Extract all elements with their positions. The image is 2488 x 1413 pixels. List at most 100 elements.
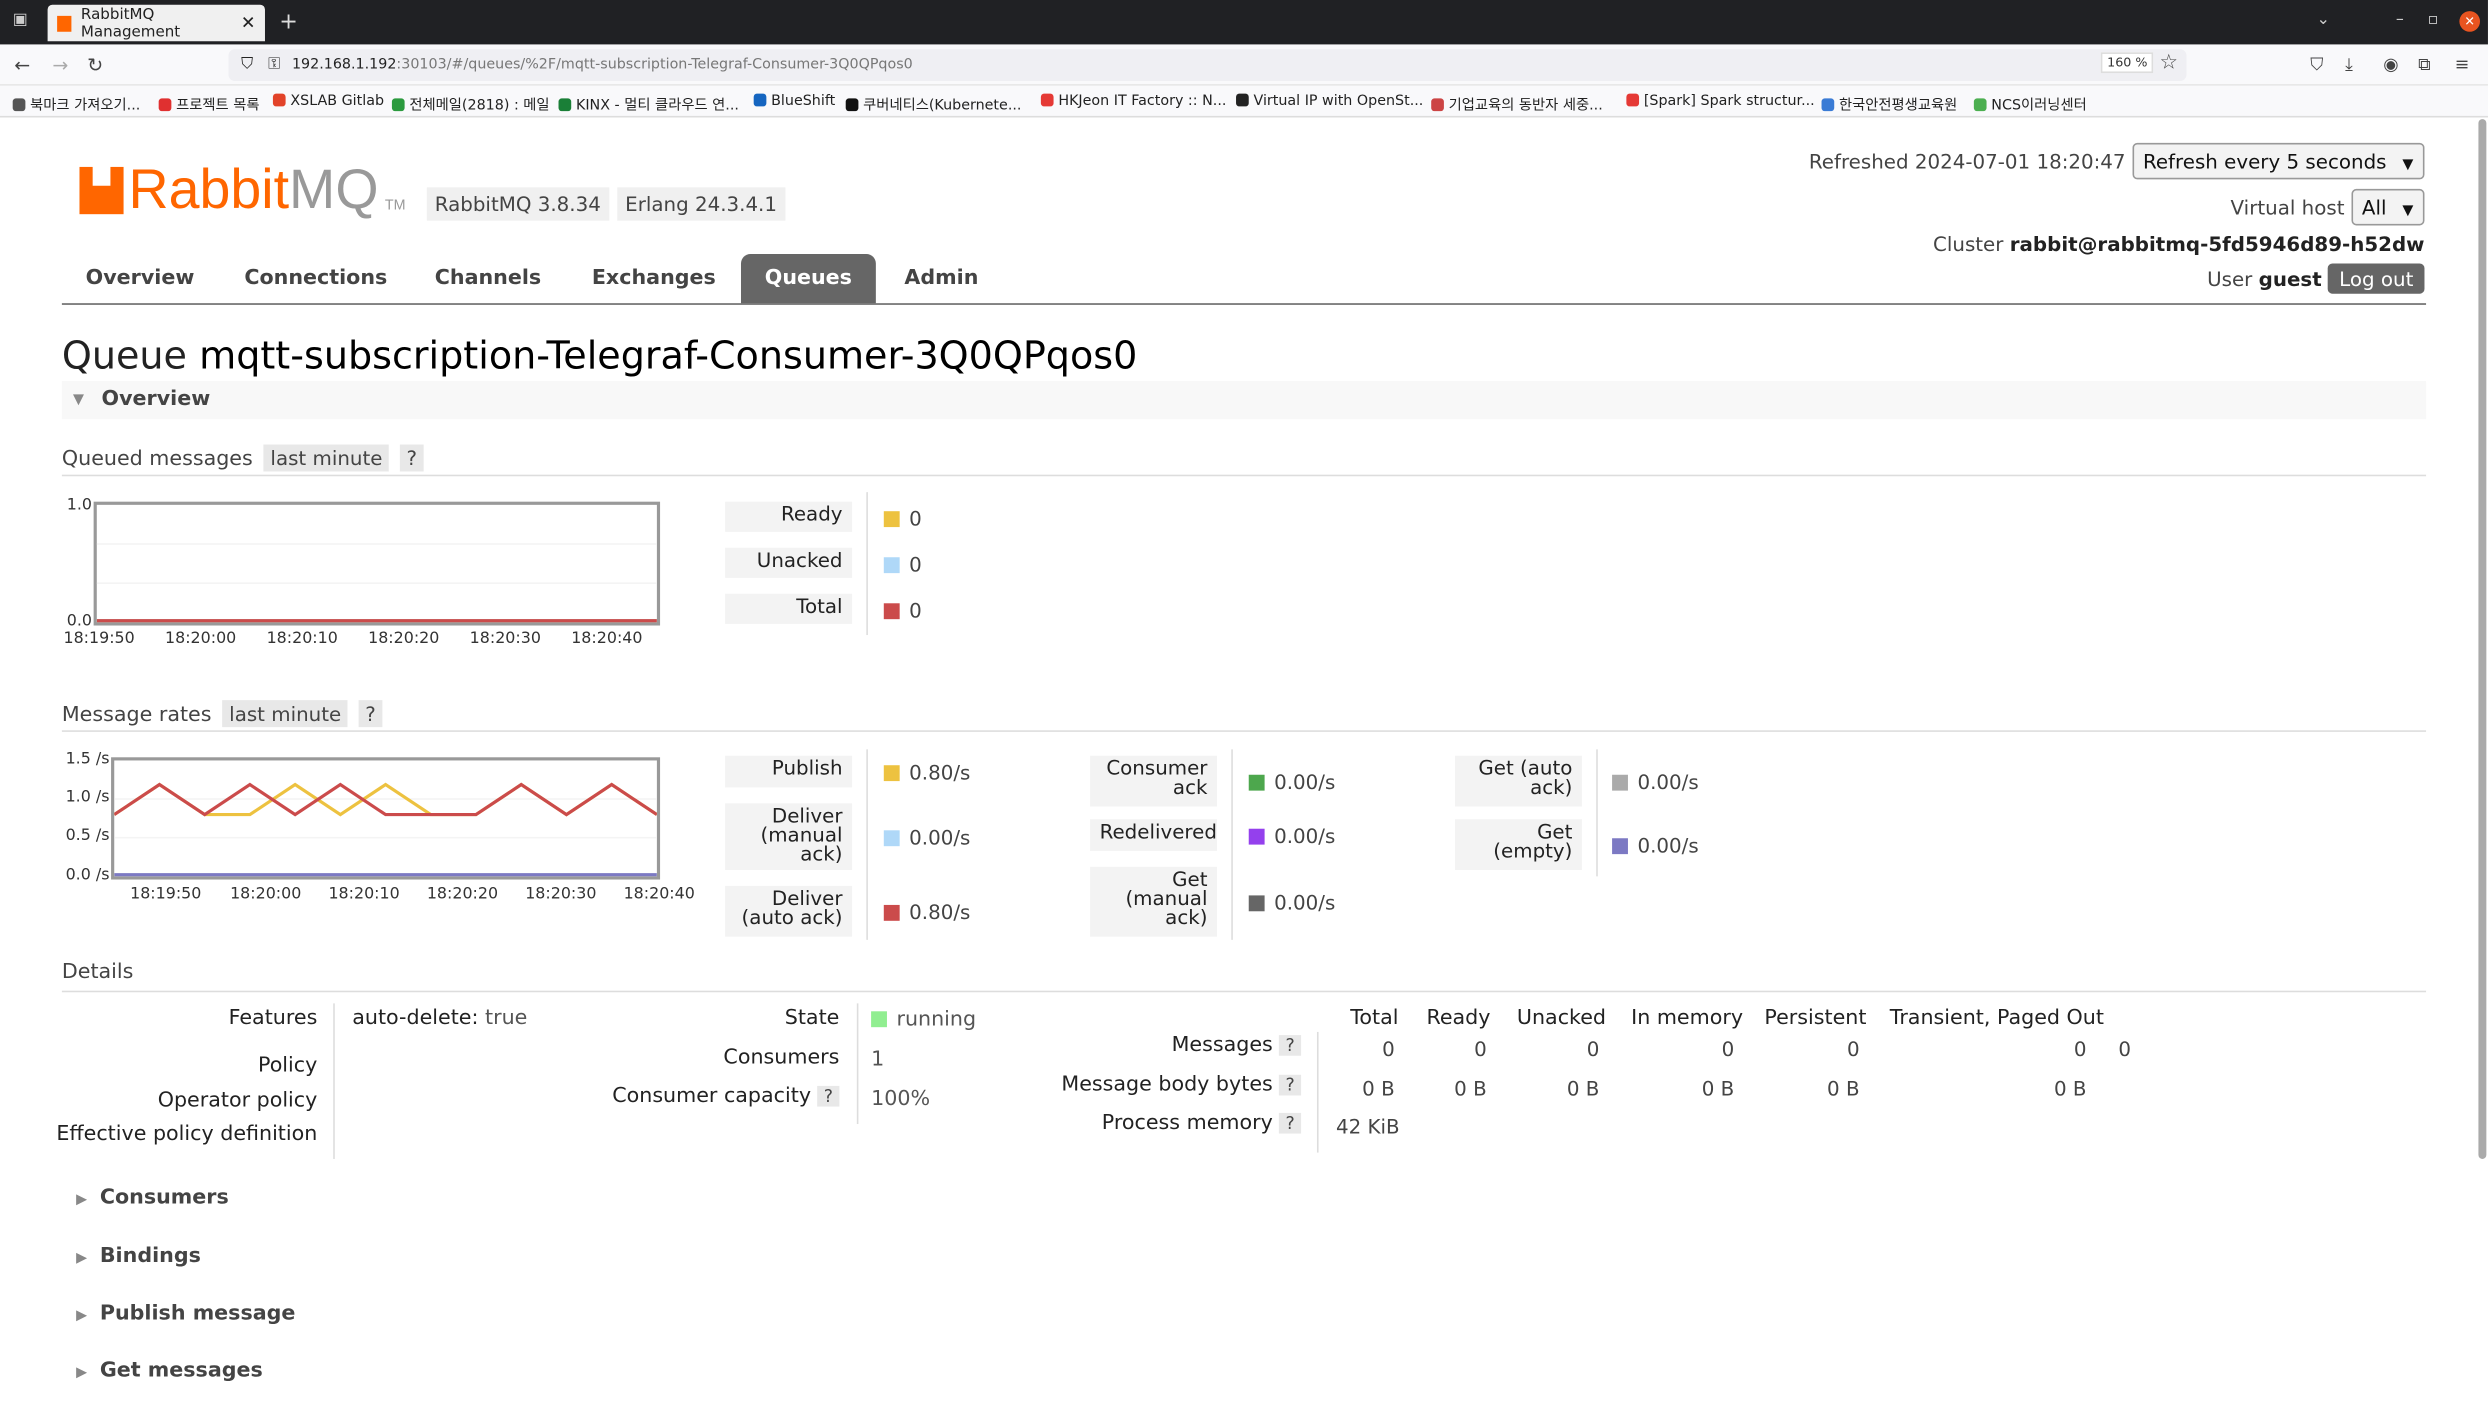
browser-tab[interactable]: RabbitMQ Management ✕ xyxy=(47,4,265,42)
bookmark-label: 한국안전평생교육원 xyxy=(1838,98,1958,115)
address-bar[interactable]: ⛉ ⚿ 192.168.1.192:30103/#/queues/%2F/mqt… xyxy=(228,49,2187,81)
bookmark-item[interactable]: Virtual IP with OpenSt... xyxy=(1236,93,1424,110)
tab-channels[interactable]: Channels xyxy=(411,254,565,303)
x-tick-label: 18:20:20 xyxy=(368,630,440,648)
legend-label: Get (empty) xyxy=(1455,819,1582,871)
bookmark-item[interactable]: 북마크 가져오기... xyxy=(12,94,140,114)
bookmark-label: BlueShift xyxy=(771,93,836,110)
chevron-down-icon: ▼ xyxy=(2402,203,2414,220)
bookmark-favicon-icon xyxy=(272,93,286,107)
section-consumers[interactable]: ▶ Consumers xyxy=(76,1186,229,1210)
queue-name: mqtt-subscription-Telegraf-Consumer-3Q0Q… xyxy=(199,333,1138,378)
section-publish-message[interactable]: ▶ Publish message xyxy=(76,1302,295,1326)
legend-swatch xyxy=(883,765,900,782)
bookmark-item[interactable]: KINX - 멀티 클라우드 연... xyxy=(558,94,739,115)
vhost-select[interactable]: All ▼ xyxy=(2350,188,2425,226)
message-rates-title: Message rates xyxy=(61,703,212,728)
page-scrollbar[interactable] xyxy=(2478,119,2487,1159)
back-icon[interactable]: ← xyxy=(14,54,30,76)
legend-value: 0.00/s xyxy=(1248,770,1335,794)
bookmark-item[interactable]: NCS이러닝센터 xyxy=(1973,94,2087,115)
bookmark-label: KINX - 멀티 클라우드 연... xyxy=(575,98,739,115)
chevron-down-icon[interactable]: ⌄ xyxy=(2317,11,2330,28)
close-window-icon[interactable]: ✕ xyxy=(2459,11,2481,32)
legend-swatch xyxy=(883,602,900,619)
forward-icon[interactable]: → xyxy=(52,54,68,76)
stat-help-button[interactable]: ? xyxy=(1279,1074,1302,1096)
stat-help-button[interactable]: ? xyxy=(1279,1112,1302,1134)
extensions-icon[interactable]: ⧉ xyxy=(2418,54,2430,76)
zoom-level[interactable]: 160 % xyxy=(2100,52,2154,74)
legend-label: Publish xyxy=(725,755,853,788)
stat-row-label-text: Message body bytes xyxy=(1061,1073,1273,1098)
table-header: Unacked xyxy=(1516,1006,1607,1031)
bookmark-item[interactable]: 쿠버네티스(Kubernete... xyxy=(845,94,1021,114)
section-title: Consumers xyxy=(99,1185,229,1210)
rates-help-button[interactable]: ? xyxy=(358,700,383,728)
bookmark-item[interactable]: 기업교육의 동반자 세중... xyxy=(1431,94,1603,114)
bookmark-favicon-icon xyxy=(391,98,405,112)
new-tab-icon[interactable]: + xyxy=(279,10,298,35)
cluster-name: rabbit@rabbitmq-5fd5946d89-h52dw xyxy=(2009,231,2425,256)
queued-chart-svg xyxy=(96,543,657,623)
url-path: :30103/#/queues/%2F/mqtt-subscription-Te… xyxy=(396,57,913,74)
download-icon[interactable]: ⤓ xyxy=(2345,54,2353,76)
bookmark-favicon-icon xyxy=(1973,98,1987,112)
details-divider xyxy=(856,1003,859,1125)
shield-icon[interactable]: ⛉ xyxy=(241,49,253,81)
account-icon[interactable]: ◉ xyxy=(2383,54,2398,75)
bookmark-star-icon[interactable]: ☆ xyxy=(2159,51,2177,75)
bookmark-label: NCS이러닝센터 xyxy=(1991,98,2087,115)
legend-value: 0.00/s xyxy=(1612,770,1699,794)
x-tick-label: 18:20:30 xyxy=(525,885,597,904)
bookmark-item[interactable]: BlueShift xyxy=(753,93,836,110)
message-rates-header: Message rates last minute ? xyxy=(61,700,2427,732)
refresh-interval-select[interactable]: Refresh every 5 seconds ▼ xyxy=(2131,142,2425,180)
menu-icon[interactable]: ≡ xyxy=(2455,54,2470,75)
bookmark-item[interactable]: XSLAB Gitlab xyxy=(272,93,384,110)
tab-admin[interactable]: Admin xyxy=(881,254,1003,303)
rates-range-button[interactable]: last minute xyxy=(222,700,348,728)
minimize-icon[interactable]: – xyxy=(2396,11,2404,28)
legend-divider xyxy=(866,749,868,940)
tab-overview[interactable]: Overview xyxy=(62,254,218,303)
legend-label: Deliver (auto ack) xyxy=(725,885,853,937)
capacity-help-button[interactable]: ? xyxy=(817,1085,840,1107)
rabbitmq-logo[interactable]: Rabbit MQ TM xyxy=(79,159,406,223)
section-get-messages[interactable]: ▶ Get messages xyxy=(76,1359,263,1383)
tab-list-icon[interactable]: ▣ xyxy=(13,11,28,28)
bookmark-label: Virtual IP with OpenSt... xyxy=(1253,93,1424,110)
x-tick-label: 18:20:40 xyxy=(571,630,643,648)
details-title: Details xyxy=(61,960,134,985)
stat-cell: 0 B xyxy=(1454,1076,1487,1101)
restore-icon[interactable]: ▫ xyxy=(2428,11,2439,28)
stat-row-label-text: Process memory xyxy=(1101,1111,1273,1136)
tab-exchanges[interactable]: Exchanges xyxy=(568,254,740,303)
y-tick-label: 0.0 /s xyxy=(65,866,110,885)
queued-help-button[interactable]: ? xyxy=(400,444,424,472)
stat-cell: 0 B xyxy=(1827,1076,1860,1101)
tab-queues[interactable]: Queues xyxy=(740,254,876,304)
reload-icon[interactable]: ↻ xyxy=(87,54,103,76)
overview-section-header[interactable]: ▼ Overview xyxy=(61,381,2427,420)
bookmarks-bar: 북마크 가져오기... 프로젝트 목록 XSLAB Gitlab 전체메일(2818)… xyxy=(0,85,2488,118)
bookmark-item[interactable]: 프로젝트 목록 xyxy=(158,94,259,114)
pocket-icon[interactable]: ⛉ xyxy=(2310,54,2323,76)
x-tick-label: 18:20:10 xyxy=(266,630,338,648)
stat-row-label: Message body bytes? xyxy=(1015,1073,1302,1098)
bookmark-item[interactable]: 전체메일(2818) : 메일 xyxy=(391,94,550,115)
bookmark-item[interactable]: [Spark] Spark structur... xyxy=(1626,93,1815,110)
stat-help-button[interactable]: ? xyxy=(1279,1035,1302,1056)
policy-label: Policy xyxy=(257,1054,318,1078)
lock-icon[interactable]: ⚿ xyxy=(268,49,280,81)
close-tab-icon[interactable]: ✕ xyxy=(241,13,256,34)
section-bindings[interactable]: ▶ Bindings xyxy=(76,1245,201,1269)
bookmark-item[interactable]: 한국안전평생교육원 xyxy=(1821,94,1958,115)
legend-value-text: 0 xyxy=(909,505,922,530)
x-tick-label: 18:20:30 xyxy=(469,630,541,648)
queued-range-button[interactable]: last minute xyxy=(264,444,389,472)
legend-swatch xyxy=(1248,774,1265,791)
bookmark-label: 전체메일(2818) : 메일 xyxy=(409,98,550,115)
tab-connections[interactable]: Connections xyxy=(221,254,412,303)
bookmark-item[interactable]: HKJeon IT Factory :: N... xyxy=(1040,93,1226,110)
